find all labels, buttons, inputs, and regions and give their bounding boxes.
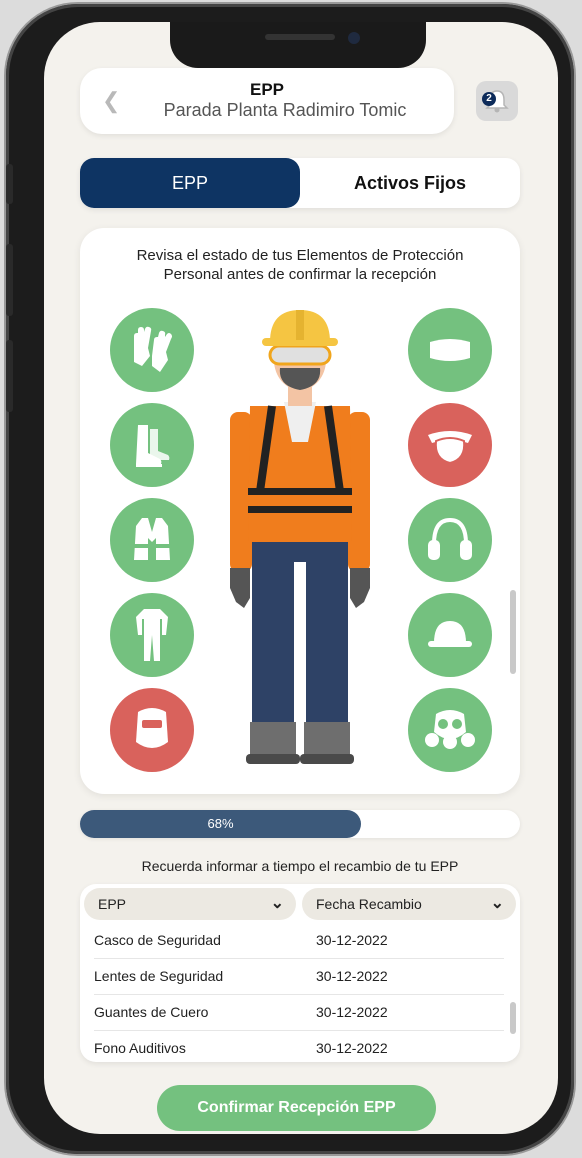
column-header-epp[interactable]: EPP ⌄	[84, 888, 296, 920]
replacement-date: 30-12-2022	[316, 1040, 388, 1056]
gloves-icon	[134, 326, 172, 372]
instruction-line-2: Personal antes de confirmar la recepción	[163, 266, 437, 283]
coverall-button[interactable]	[110, 593, 194, 677]
vest-icon	[134, 518, 170, 560]
column-header-fecha[interactable]: Fecha Recambio ⌄	[302, 888, 516, 920]
table-row[interactable]: Fono Auditivos 30-12-2022	[94, 1030, 504, 1062]
respirator-button[interactable]	[408, 403, 492, 487]
gas-mask-button[interactable]	[408, 688, 492, 772]
volume-up-button	[6, 244, 13, 316]
hard-hat-icon	[428, 621, 472, 647]
replacement-table: EPP ⌄ Fecha Recambio ⌄ Casco de Segurida…	[80, 884, 520, 1062]
boots-icon	[136, 425, 170, 467]
table-row[interactable]: Lentes de Seguridad 30-12-2022	[94, 958, 504, 995]
welding-mask-button[interactable]	[110, 688, 194, 772]
replacement-date: 30-12-2022	[316, 932, 388, 948]
confirm-reception-button[interactable]: Confirmar Recepción EPP	[157, 1085, 436, 1131]
table-row[interactable]: Guantes de Cuero 30-12-2022	[94, 994, 504, 1031]
column-header-fecha-label: Fecha Recambio	[316, 896, 422, 912]
epp-name: Casco de Seguridad	[94, 932, 221, 948]
vest-button[interactable]	[110, 498, 194, 582]
epp-name: Guantes de Cuero	[94, 1004, 209, 1020]
goggles-icon	[430, 339, 470, 361]
epp-name: Lentes de Seguridad	[94, 968, 224, 984]
notification-badge: 2	[482, 92, 496, 106]
progress-label: 68%	[207, 816, 234, 831]
column-header-epp-label: EPP	[98, 896, 127, 912]
volume-down-button	[6, 340, 13, 412]
tab-activos-fijos[interactable]: Activos Fijos	[300, 158, 520, 208]
tab-bar: EPP Activos Fijos	[80, 158, 520, 208]
header-card: ❮ EPP Parada Planta Radimiro Tomic	[80, 68, 454, 134]
gloves-button[interactable]	[110, 308, 194, 392]
chevron-down-icon: ⌄	[490, 895, 504, 912]
tab-epp[interactable]: EPP	[80, 158, 300, 208]
page-subtitle: Parada Planta Radimiro Tomic	[163, 100, 407, 120]
speaker	[265, 34, 335, 40]
gas-mask-icon	[425, 710, 475, 749]
replacement-date: 30-12-2022	[316, 1004, 388, 1020]
welding-mask-icon	[136, 708, 168, 748]
coverall-icon	[136, 609, 168, 661]
front-camera	[348, 32, 360, 44]
notch	[170, 22, 426, 68]
page-title: EPP	[249, 80, 285, 99]
respirator-mask-icon	[428, 431, 472, 465]
notifications-button[interactable]: 2	[476, 81, 518, 121]
chevron-down-icon: ⌄	[270, 895, 284, 912]
table-scrollbar[interactable]	[510, 1002, 516, 1034]
hard-hat-button[interactable]	[408, 593, 492, 677]
worker-illustration	[230, 310, 370, 764]
epp-card: Revisa el estado de tus Elementos de Pro…	[80, 228, 520, 794]
ear-muffs-icon	[428, 517, 472, 560]
progress-bar: 68%	[80, 810, 520, 838]
reminder-text: Recuerda informar a tiempo el recambio d…	[141, 858, 459, 874]
instruction-text: Revisa el estado de tus Elementos de Pro…	[100, 246, 500, 284]
table-row[interactable]: Casco de Seguridad 30-12-2022	[94, 922, 504, 959]
mute-switch	[6, 164, 13, 204]
epp-name: Fono Auditivos	[94, 1040, 186, 1056]
goggles-button[interactable]	[408, 308, 492, 392]
replacement-date: 30-12-2022	[316, 968, 388, 984]
card-scrollbar[interactable]	[510, 590, 516, 674]
boots-button[interactable]	[110, 403, 194, 487]
instruction-line-1: Revisa el estado de tus Elementos de Pro…	[136, 247, 464, 264]
ear-muffs-button[interactable]	[408, 498, 492, 582]
